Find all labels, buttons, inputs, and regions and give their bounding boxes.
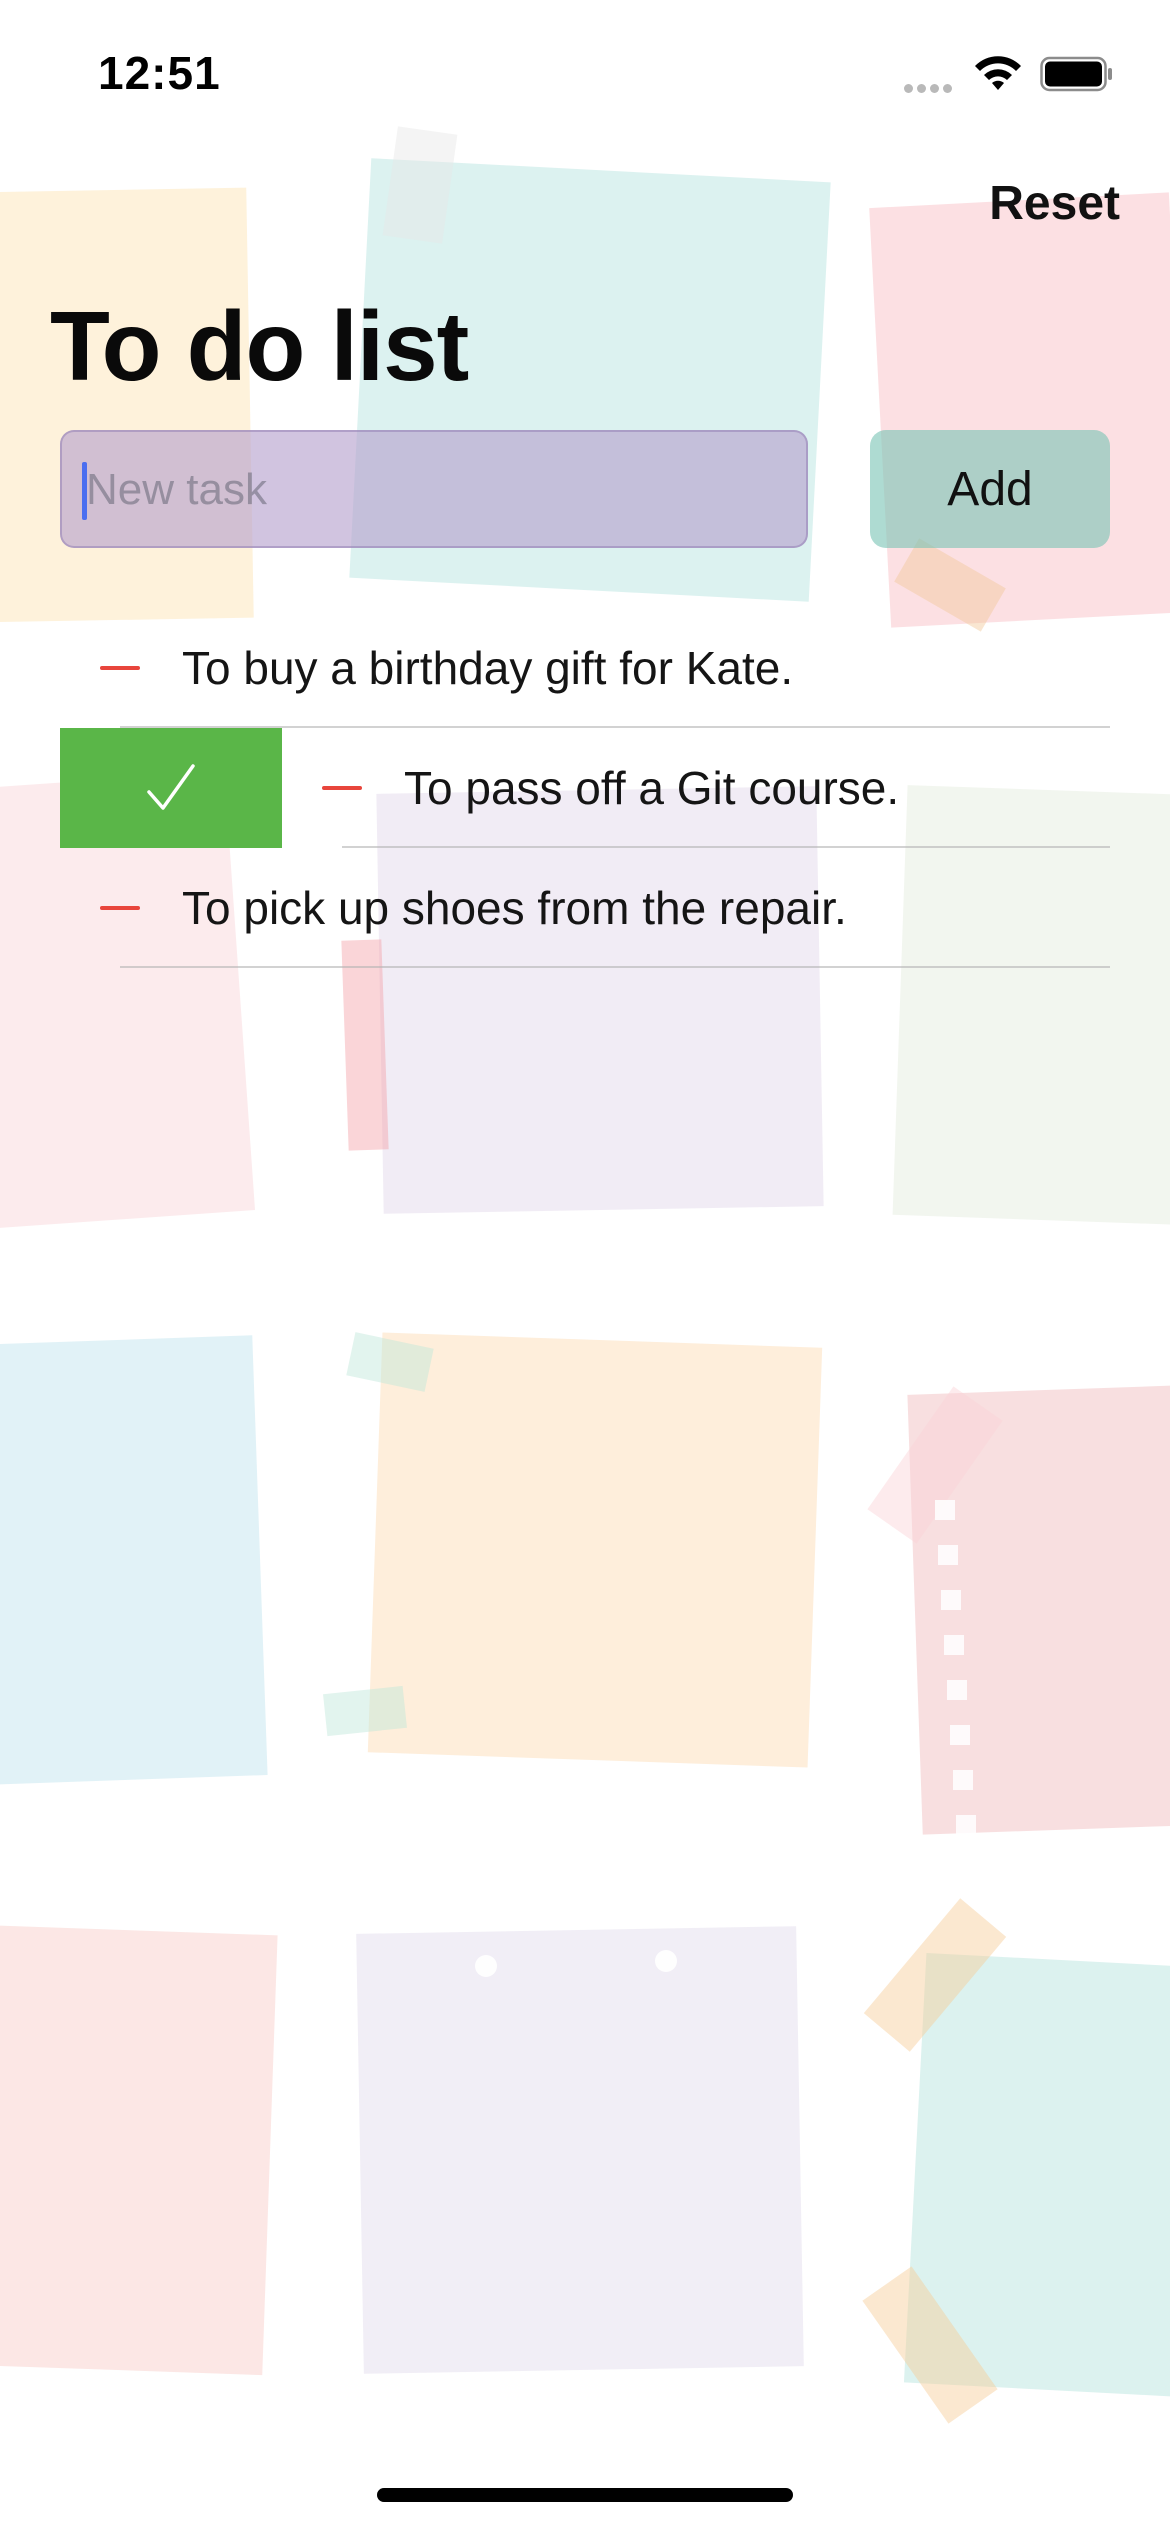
reset-button[interactable]: Reset	[989, 176, 1120, 231]
row-separator	[120, 966, 1110, 968]
background-note	[0, 1335, 268, 1785]
checkmark-icon	[147, 764, 195, 810]
notebook-hole	[950, 1725, 970, 1745]
notebook-hole	[953, 1770, 973, 1790]
add-task-button[interactable]: Add	[870, 430, 1110, 548]
task-list: To buy a birthday gift for Kate. To pass…	[0, 608, 1170, 968]
task-row[interactable]: To pick up shoes from the repair.	[0, 848, 1170, 968]
background-tape	[323, 1685, 407, 1737]
background-note	[0, 1924, 278, 2376]
notebook-hole	[956, 1815, 976, 1835]
note-pinhole	[475, 1955, 497, 1977]
notebook-hole	[935, 1500, 955, 1520]
status-bar: 12:51	[0, 0, 1170, 140]
page-title: To do list	[50, 291, 469, 401]
mark-done-swipe-button[interactable]	[60, 728, 282, 848]
notebook-hole	[938, 1545, 958, 1565]
new-task-input[interactable]: New task	[60, 430, 808, 548]
signal-dots-icon	[904, 80, 958, 93]
task-label: To buy a birthday gift for Kate.	[182, 642, 794, 694]
new-task-placeholder: New task	[86, 465, 267, 514]
background-tape	[341, 939, 389, 1151]
task-label: To pick up shoes from the repair.	[182, 882, 847, 934]
delete-minus-icon[interactable]	[100, 666, 140, 670]
task-label: To pass off a Git course.	[404, 762, 900, 814]
home-indicator[interactable]	[377, 2488, 793, 2502]
status-time: 12:51	[98, 47, 221, 99]
task-row[interactable]: To buy a birthday gift for Kate.	[0, 608, 1170, 728]
notebook-hole	[944, 1635, 964, 1655]
delete-minus-icon[interactable]	[322, 786, 362, 790]
task-row-swiped[interactable]: To pass off a Git course.	[0, 728, 1170, 848]
note-pinhole	[655, 1950, 677, 1972]
battery-full-icon	[1040, 56, 1112, 92]
background-note	[356, 1926, 804, 2374]
delete-minus-icon[interactable]	[100, 906, 140, 910]
background-note	[367, 1332, 823, 1768]
notebook-hole	[947, 1680, 967, 1700]
notebook-hole	[941, 1590, 961, 1610]
background-note	[0, 187, 254, 623]
wifi-icon	[975, 56, 1021, 90]
